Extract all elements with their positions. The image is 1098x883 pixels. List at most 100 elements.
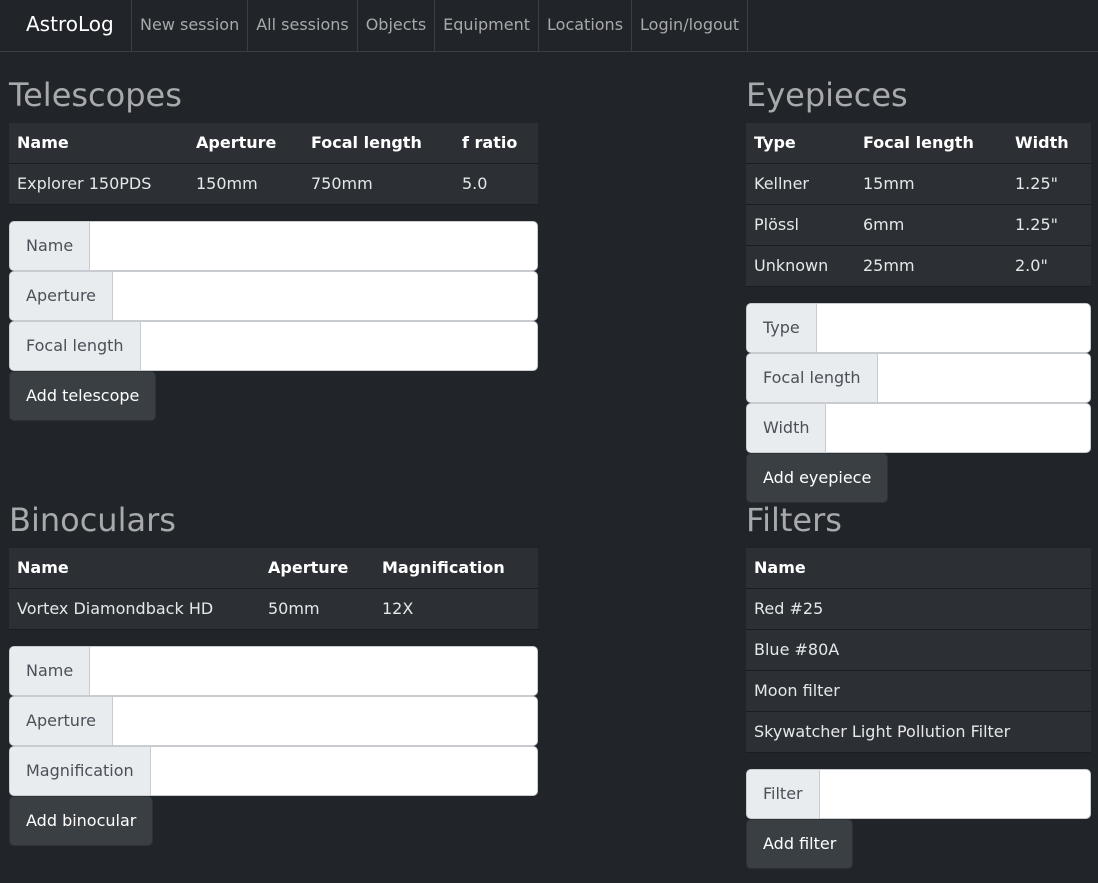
telescope-aperture-label: Aperture [10, 271, 114, 320]
table-cell: 750mm [303, 163, 454, 205]
column-header: Name [746, 548, 1091, 589]
nav-item-login-logout[interactable]: Login/logout [631, 0, 749, 51]
table-row: Blue #80A [746, 629, 1091, 671]
telescope-name-group: Name [9, 220, 538, 271]
table-cell: Plössl [746, 204, 855, 246]
binoculars-title: Binoculars [9, 501, 176, 539]
table-header-row: Name Aperture Magnification [9, 548, 538, 589]
nav-item-new-session[interactable]: New session [131, 0, 247, 51]
eyepieces-table: Type Focal length Width Kellner 15mm 1.2… [746, 123, 1091, 287]
filters-section: Filters Name Red #25 Blue #80A Moon filt… [746, 500, 1091, 869]
binocular-magnification-group: Magnification [9, 745, 538, 796]
binoculars-section: Binoculars Name Aperture Magnification V… [9, 500, 538, 846]
filter-name-group: Filter [746, 768, 1091, 819]
eyepiece-type-input[interactable] [816, 303, 1090, 352]
filter-name-label: Filter [747, 769, 820, 818]
add-binocular-form: Name Aperture Magnification Add binocula… [9, 645, 538, 846]
table-header-row: Name [746, 548, 1091, 589]
table-cell: 1.25" [1007, 204, 1091, 246]
table-cell: Skywatcher Light Pollution Filter [746, 711, 1091, 753]
telescope-focal-length-input[interactable] [140, 321, 537, 370]
table-row: Kellner 15mm 1.25" [746, 163, 1091, 205]
column-header: Magnification [374, 548, 538, 589]
table-cell: Kellner [746, 163, 855, 205]
eyepieces-title: Eyepieces [746, 76, 908, 114]
table-row: Moon filter [746, 670, 1091, 712]
table-header-row: Type Focal length Width [746, 123, 1091, 164]
table-cell: Vortex Diamondback HD [9, 588, 260, 630]
brand-link[interactable]: AstroLog [26, 12, 114, 36]
table-cell: 50mm [260, 588, 374, 630]
nav-item-locations[interactable]: Locations [538, 0, 631, 51]
filters-title: Filters [746, 501, 842, 539]
add-telescope-form: Name Aperture Focal length Add telescope [9, 220, 538, 421]
column-header: Name [9, 548, 260, 589]
binocular-name-input[interactable] [90, 646, 537, 695]
table-cell: Blue #80A [746, 629, 1091, 671]
eyepiece-type-label: Type [747, 303, 817, 352]
table-cell: 1.25" [1007, 163, 1091, 205]
binocular-name-group: Name [9, 645, 538, 696]
eyepiece-width-input[interactable] [826, 403, 1090, 452]
table-cell: Unknown [746, 245, 855, 287]
table-cell: Red #25 [746, 588, 1091, 630]
table-cell: 25mm [855, 245, 1007, 287]
telescopes-section: Telescopes Name Aperture Focal length f … [9, 75, 538, 421]
column-header: Focal length [303, 123, 454, 164]
telescope-name-input[interactable] [90, 221, 537, 270]
filter-name-input[interactable] [819, 769, 1090, 818]
telescope-aperture-group: Aperture [9, 270, 538, 321]
telescope-aperture-input[interactable] [113, 271, 537, 320]
table-cell: 12X [374, 588, 538, 630]
table-row: Unknown 25mm 2.0" [746, 245, 1091, 287]
table-cell: 2.0" [1007, 245, 1091, 287]
table-cell: 5.0 [454, 163, 538, 205]
binocular-aperture-group: Aperture [9, 695, 538, 746]
column-header: Width [1007, 123, 1091, 164]
add-eyepiece-form: Type Focal length Width Add eyepiece [746, 302, 1091, 503]
telescopes-table: Name Aperture Focal length f ratio Explo… [9, 123, 538, 205]
binocular-magnification-label: Magnification [10, 746, 151, 795]
nav-item-equipment[interactable]: Equipment [434, 0, 538, 51]
table-cell: Moon filter [746, 670, 1091, 712]
navbar: AstroLog New session All sessions Object… [0, 0, 1098, 52]
binocular-magnification-input[interactable] [150, 746, 537, 795]
table-row: Skywatcher Light Pollution Filter [746, 711, 1091, 753]
column-header: Aperture [260, 548, 374, 589]
add-filter-form: Filter Add filter [746, 768, 1091, 869]
eyepiece-focal-length-group: Focal length [746, 352, 1091, 403]
table-row: Plössl 6mm 1.25" [746, 204, 1091, 246]
telescope-focal-length-group: Focal length [9, 320, 538, 371]
table-header-row: Name Aperture Focal length f ratio [9, 123, 538, 164]
eyepieces-section: Eyepieces Type Focal length Width Kellne… [746, 75, 1091, 503]
table-cell: 6mm [855, 204, 1007, 246]
table-cell: Explorer 150PDS [9, 163, 188, 205]
column-header: f ratio [454, 123, 538, 164]
table-cell: 15mm [855, 163, 1007, 205]
binoculars-table: Name Aperture Magnification Vortex Diamo… [9, 548, 538, 630]
eyepiece-focal-length-label: Focal length [747, 353, 878, 402]
table-row: Red #25 [746, 588, 1091, 630]
table-cell: 150mm [188, 163, 303, 205]
column-header: Aperture [188, 123, 303, 164]
add-filter-button[interactable]: Add filter [746, 818, 854, 869]
eyepiece-width-group: Width [746, 402, 1091, 453]
nav-item-objects[interactable]: Objects [356, 0, 434, 51]
column-header: Name [9, 123, 188, 164]
telescope-focal-length-label: Focal length [10, 321, 141, 370]
binocular-name-label: Name [10, 646, 91, 695]
add-eyepiece-button[interactable]: Add eyepiece [746, 452, 889, 503]
nav-item-all-sessions[interactable]: All sessions [247, 0, 356, 51]
binocular-aperture-label: Aperture [10, 696, 114, 745]
add-telescope-button[interactable]: Add telescope [9, 370, 157, 421]
binocular-aperture-input[interactable] [113, 696, 537, 745]
nav-menu: New session All sessions Objects Equipme… [131, 0, 749, 51]
filters-table: Name Red #25 Blue #80A Moon filter Skywa… [746, 548, 1091, 753]
table-row: Vortex Diamondback HD 50mm 12X [9, 588, 538, 630]
eyepiece-focal-length-input[interactable] [877, 353, 1090, 402]
telescope-name-label: Name [10, 221, 91, 270]
add-binocular-button[interactable]: Add binocular [9, 795, 154, 846]
table-row: Explorer 150PDS 150mm 750mm 5.0 [9, 163, 538, 205]
eyepiece-width-label: Width [747, 403, 827, 452]
telescopes-title: Telescopes [9, 76, 182, 114]
